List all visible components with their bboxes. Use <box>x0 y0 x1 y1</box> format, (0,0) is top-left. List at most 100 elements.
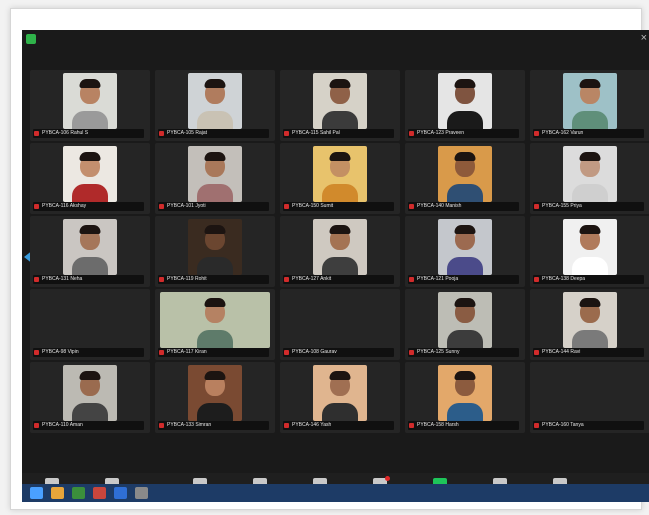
participant-tile[interactable]: PYBCA-115 Sahil Pal <box>280 70 400 141</box>
participant-hair <box>204 225 226 234</box>
participants-button[interactable]: Participants <box>236 476 284 484</box>
participant-name-text: PYBCA-131 Neha <box>42 276 83 282</box>
participant-name: PYBCA-121 Pooja <box>408 275 519 284</box>
participant-tile[interactable]: PYBCA-117 Kiran <box>155 289 275 360</box>
participant-tile[interactable]: PYBCA-123 Praveen <box>405 70 525 141</box>
participant-tile[interactable]: PYBCA-101 Jyoti <box>155 143 275 214</box>
participant-video <box>438 73 492 129</box>
participant-tile[interactable]: PYBCA-110 Aman <box>30 362 150 433</box>
muted-microphone-icon <box>534 131 539 136</box>
participant-tile[interactable]: PYBCA-146 Yash <box>280 362 400 433</box>
muted-microphone-icon <box>409 131 414 136</box>
participant-tile[interactable]: PYBCA-133 Simran <box>155 362 275 433</box>
participant-name: PYBCA-144 Ravi <box>533 348 644 357</box>
app-icon[interactable] <box>93 487 106 499</box>
participant-hair <box>79 152 101 161</box>
participant-name: PYBCA-117 Kiran <box>158 348 269 357</box>
participant-tile[interactable]: PYBCA-108 Gaurav <box>280 289 400 360</box>
muted-microphone-icon <box>409 204 414 209</box>
participant-hair <box>329 371 351 380</box>
participant-video <box>313 219 367 275</box>
participant-tile[interactable]: PYBCA-150 Sumit <box>280 143 400 214</box>
participant-tile[interactable]: PYBCA-105 Rajat <box>155 70 275 141</box>
muted-microphone-icon <box>159 277 164 282</box>
participant-tile[interactable]: PYBCA-162 Varun <box>530 70 649 141</box>
participant-tile[interactable]: PYBCA-138 Deepa <box>530 216 649 287</box>
participant-name: PYBCA-138 Deepa <box>533 275 644 284</box>
meeting-app-icon[interactable] <box>114 487 127 499</box>
muted-microphone-icon <box>159 350 164 355</box>
participant-name: PYBCA-150 Sumit <box>283 202 394 211</box>
participant-name-text: PYBCA-123 Praveen <box>417 130 464 136</box>
muted-microphone-icon <box>284 204 289 209</box>
security-shield-icon[interactable] <box>26 34 36 44</box>
browser-icon[interactable] <box>72 487 85 499</box>
participant-video <box>160 292 270 348</box>
participant-name-text: PYBCA-115 Sahil Pal <box>292 130 340 136</box>
meeting-toolbar: Unmute Start Video Security Participants Pol… <box>22 473 649 484</box>
participant-name-text: PYBCA-117 Kiran <box>167 349 207 355</box>
participant-name-text: PYBCA-98 Vipin <box>42 349 79 355</box>
file-explorer-icon[interactable] <box>51 487 64 499</box>
participant-hair <box>79 225 101 234</box>
muted-microphone-icon <box>159 131 164 136</box>
participant-hair <box>204 79 226 88</box>
participant-hair <box>454 371 476 380</box>
participant-video <box>563 292 617 348</box>
participant-video <box>63 365 117 421</box>
participant-hair <box>329 152 351 161</box>
participant-body <box>72 257 108 275</box>
participant-video <box>188 365 242 421</box>
participant-tile[interactable]: PYBCA-160 Tanya <box>530 362 649 433</box>
participant-hair <box>454 298 476 307</box>
start-menu-icon[interactable] <box>30 487 43 499</box>
participant-tile[interactable]: PYBCA-131 Neha <box>30 216 150 287</box>
participant-video <box>313 73 367 129</box>
close-icon[interactable]: × <box>641 32 647 44</box>
share-screen-button[interactable]: Share Screen <box>416 476 464 484</box>
shield-button[interactable]: Security <box>176 476 224 484</box>
settings-icon[interactable] <box>135 487 148 499</box>
participant-name: PYBCA-133 Simran <box>158 421 269 430</box>
participant-tile[interactable]: PYBCA-158 Harsh <box>405 362 525 433</box>
participant-body <box>72 184 108 202</box>
microphone-button[interactable]: Unmute <box>28 476 76 484</box>
participant-name-text: PYBCA-121 Pooja <box>417 276 459 282</box>
muted-microphone-icon <box>284 131 289 136</box>
participant-video <box>63 73 117 129</box>
participant-name: PYBCA-125 Sunny <box>408 348 519 357</box>
participant-body <box>322 184 358 202</box>
participant-name-text: PYBCA-162 Varun <box>542 130 584 136</box>
participant-video <box>438 219 492 275</box>
muted-microphone-icon <box>34 131 39 136</box>
record-button[interactable]: Record <box>476 476 524 484</box>
participant-tile[interactable]: PYBCA-125 Sunny <box>405 289 525 360</box>
participant-name: PYBCA-123 Praveen <box>408 129 519 138</box>
muted-microphone-icon <box>284 423 289 428</box>
participant-tile[interactable]: PYBCA-140 Manish <box>405 143 525 214</box>
participant-name-text: PYBCA-160 Tanya <box>542 422 584 428</box>
participant-tile[interactable]: PYBCA-144 Ravi <box>530 289 649 360</box>
participant-name-text: PYBCA-144 Ravi <box>542 349 581 355</box>
participant-body <box>197 403 233 421</box>
poll-button[interactable]: Polls <box>296 476 344 484</box>
participant-body <box>197 184 233 202</box>
participant-tile[interactable]: PYBCA-106 Rahul S <box>30 70 150 141</box>
video-camera-button[interactable]: Start Video <box>88 476 136 484</box>
participant-tile[interactable]: PYBCA-98 Vipin <box>30 289 150 360</box>
chat-button[interactable]: Chat <box>356 476 404 484</box>
participant-tile[interactable]: PYBCA-121 Pooja <box>405 216 525 287</box>
participant-video <box>438 146 492 202</box>
participant-body <box>72 111 108 129</box>
participant-hair <box>329 79 351 88</box>
participant-tile[interactable]: PYBCA-155 Priya <box>530 143 649 214</box>
participant-body <box>447 403 483 421</box>
participant-video <box>563 219 617 275</box>
participant-tile[interactable]: PYBCA-119 Rohit <box>155 216 275 287</box>
participant-name: PYBCA-101 Jyoti <box>158 202 269 211</box>
participant-hair <box>454 152 476 161</box>
participant-tile[interactable]: PYBCA-116 Akshay <box>30 143 150 214</box>
participant-name: PYBCA-108 Gaurav <box>283 348 394 357</box>
participant-tile[interactable]: PYBCA-127 Ankit <box>280 216 400 287</box>
reactions-button[interactable]: Reactions <box>536 476 584 484</box>
